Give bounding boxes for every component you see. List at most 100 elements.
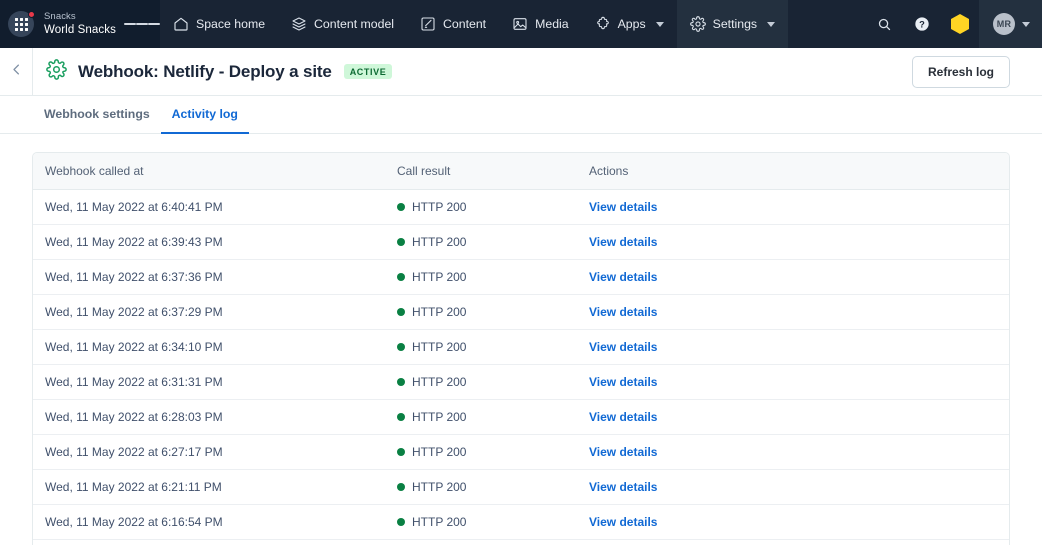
nav-item-label: Apps — [617, 17, 646, 31]
cell-call-result: HTTP 200 — [385, 434, 577, 470]
status-dot-icon — [397, 483, 405, 491]
cell-called-at: Wed, 11 May 2022 at 6:34:10 PM — [33, 329, 385, 365]
cell-call-result: HTTP 200 — [385, 504, 577, 540]
view-details-link[interactable]: View details — [589, 480, 657, 494]
view-details-link[interactable]: View details — [589, 340, 657, 354]
call-result-label: HTTP 200 — [412, 340, 467, 354]
cell-actions: View details — [577, 434, 1009, 470]
status-badge: ACTIVE — [343, 64, 393, 79]
refresh-log-button[interactable]: Refresh log — [911, 55, 1010, 88]
navbar-actions: ? MR — [865, 0, 1042, 48]
view-details-link[interactable]: View details — [589, 270, 657, 284]
status-dot-icon — [397, 448, 405, 456]
cell-actions: View details — [577, 294, 1009, 330]
view-details-link[interactable]: View details — [589, 305, 657, 319]
table-row: Wed, 11 May 2022 at 6:28:03 PM HTTP 200 Vi… — [33, 399, 1009, 435]
view-details-link[interactable]: View details — [589, 410, 657, 424]
space-sub-label: Snacks — [44, 10, 76, 22]
chevron-down-icon — [655, 21, 664, 27]
view-details-link[interactable]: View details — [589, 200, 657, 214]
nav-item-label: Content model — [314, 17, 395, 31]
nav-item-apps[interactable]: Apps — [582, 0, 677, 48]
content-icon — [420, 16, 436, 32]
table-header-row: Webhook called at Call result Actions — [33, 153, 1009, 190]
cell-called-at: Wed, 11 May 2022 at 6:27:17 PM — [33, 434, 385, 470]
call-result-label: HTTP 200 — [412, 270, 467, 284]
status-dot-icon — [397, 308, 405, 316]
cell-called-at: Wed, 11 May 2022 at 6:31:31 PM — [33, 364, 385, 400]
cell-call-result: HTTP 200 — [385, 224, 577, 260]
cell-call-result: HTTP 200 — [385, 294, 577, 330]
home-icon — [173, 16, 189, 32]
space-selector[interactable]: Snacks World Snacks — [42, 11, 124, 37]
search-icon[interactable] — [865, 0, 903, 48]
cell-actions: View details — [577, 540, 1009, 545]
content-model-icon — [291, 16, 307, 32]
nav-item-media[interactable]: Media — [499, 0, 582, 48]
tab-webhook-settings[interactable]: Webhook settings — [33, 96, 161, 134]
status-dot-icon — [397, 273, 405, 281]
cell-call-result: HTTP 200 — [385, 364, 577, 400]
activity-log-table: Webhook called at Call result Actions We… — [33, 153, 1009, 545]
view-details-link[interactable]: View details — [589, 375, 657, 389]
status-dot-icon — [397, 238, 405, 246]
table-row: Wed, 11 May 2022 at 6:31:31 PM HTTP 200 Vi… — [33, 364, 1009, 400]
activity-log-table-card: Webhook called at Call result Actions We… — [32, 152, 1010, 545]
nav-item-label: Space home — [196, 17, 266, 31]
cell-called-at: Wed, 11 May 2022 at 6:37:29 PM — [33, 294, 385, 330]
cell-call-result: HTTP 200 — [385, 469, 577, 505]
cell-actions: View details — [577, 329, 1009, 365]
cell-call-result: HTTP 200 — [385, 329, 577, 365]
cell-call-result: HTTP 200 — [385, 540, 577, 545]
table-row: Wed, 11 May 2022 at 6:40:41 PM HTTP 200 Vi… — [33, 189, 1009, 225]
hexagon-icon[interactable] — [941, 0, 979, 48]
apps-puzzle-icon — [595, 16, 611, 32]
view-details-link[interactable]: View details — [589, 235, 657, 249]
cell-actions: View details — [577, 469, 1009, 505]
page-header-main: Webhook: Netlify - Deploy a site ACTIVE — [33, 58, 912, 85]
cell-call-result: HTTP 200 — [385, 259, 577, 295]
user-menu[interactable]: MR — [979, 0, 1042, 48]
table-row: Wed, 11 May 2022 at 6:27:17 PM HTTP 200 Vi… — [33, 434, 1009, 470]
cell-actions: View details — [577, 224, 1009, 260]
cell-called-at: Wed, 11 May 2022 at 6:40:41 PM — [33, 189, 385, 225]
column-header-actions: Actions — [577, 153, 1009, 190]
activity-log-content: Webhook called at Call result Actions We… — [0, 134, 1042, 545]
cell-call-result: HTTP 200 — [385, 189, 577, 225]
column-header-called-at: Webhook called at — [33, 153, 385, 190]
cell-actions: View details — [577, 504, 1009, 540]
help-circle-icon[interactable]: ? — [903, 0, 941, 48]
call-result-label: HTTP 200 — [412, 410, 467, 424]
view-details-link[interactable]: View details — [589, 515, 657, 529]
table-row: Wed, 11 May 2022 at 6:39:43 PM HTTP 200 Vi… — [33, 224, 1009, 260]
cell-called-at: Wed, 11 May 2022 at 6:21:11 PM — [33, 469, 385, 505]
hamburger-icon[interactable] — [124, 0, 160, 48]
cell-called-at: Wed, 11 May 2022 at 6:37:36 PM — [33, 259, 385, 295]
gear-icon — [689, 16, 706, 32]
cell-called-at: Wed, 11 May 2022 at 6:28:03 PM — [33, 399, 385, 435]
navbar-menu: Space home Content model Content Media A… — [160, 0, 865, 48]
view-details-link[interactable]: View details — [589, 445, 657, 459]
chevron-down-icon — [767, 21, 776, 27]
call-result-label: HTTP 200 — [412, 445, 467, 459]
top-navbar: Snacks World Snacks Space home Content m… — [0, 0, 1042, 48]
app-switcher-button[interactable] — [0, 0, 42, 48]
back-button[interactable] — [0, 47, 33, 96]
nav-item-content-model[interactable]: Content model — [278, 0, 407, 48]
nav-item-content[interactable]: Content — [407, 0, 499, 48]
cell-called-at: Wed, 11 May 2022 at 6:16:54 PM — [33, 504, 385, 540]
svg-text:?: ? — [919, 19, 925, 29]
table-row: Wed, 11 May 2022 at 6:15:40 PMHTTP 200Vi… — [33, 540, 1009, 545]
chevron-down-icon — [1022, 21, 1030, 27]
nav-item-label: Content — [443, 17, 487, 31]
tab-activity-log[interactable]: Activity log — [160, 96, 249, 134]
media-icon — [512, 16, 528, 32]
nav-item-label: Settings — [712, 17, 758, 31]
avatar: MR — [993, 13, 1015, 35]
tab-bar: Webhook settings Activity log — [0, 96, 1042, 134]
nav-item-space-home[interactable]: Space home — [160, 0, 278, 48]
nav-item-settings[interactable]: Settings — [676, 0, 789, 48]
table-row: Wed, 11 May 2022 at 6:37:29 PM HTTP 200 Vi… — [33, 294, 1009, 330]
table-body: Wed, 11 May 2022 at 6:40:41 PM HTTP 200 Vi… — [33, 189, 1009, 545]
call-result-label: HTTP 200 — [412, 305, 467, 319]
